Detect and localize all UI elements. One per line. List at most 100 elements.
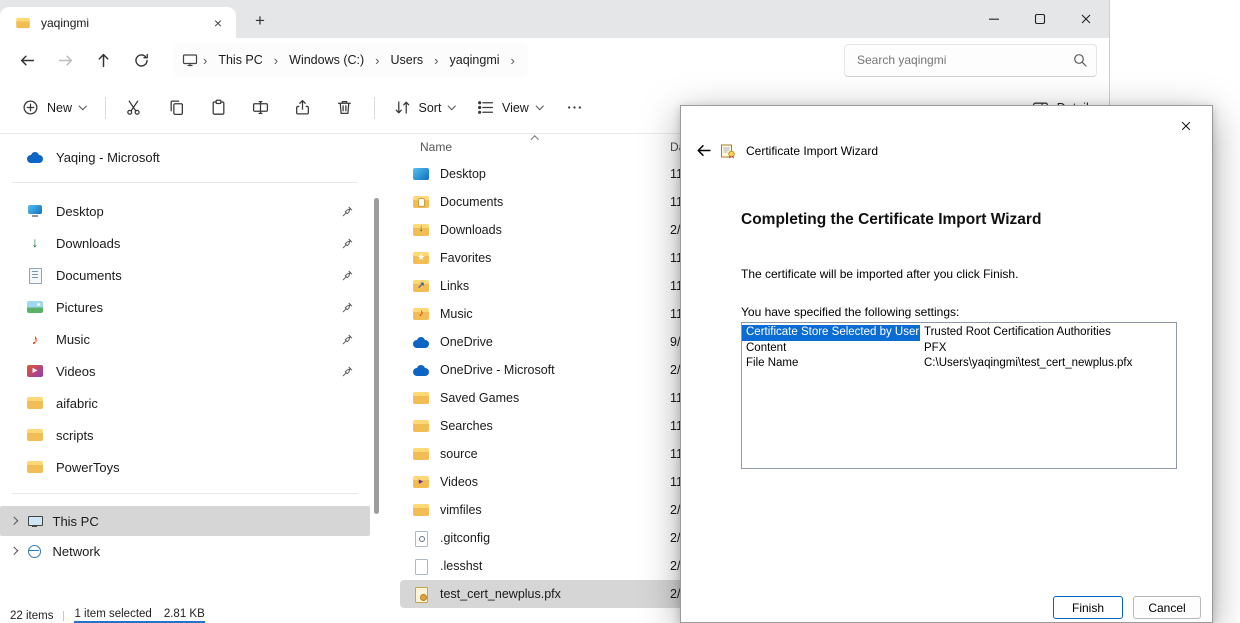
wizard-back-button[interactable] [695, 142, 712, 159]
file-name: Downloads [440, 223, 502, 237]
setting-row[interactable]: Content PFX [742, 341, 1176, 357]
view-icon [477, 99, 494, 116]
back-button[interactable] [12, 45, 42, 75]
settings-list[interactable]: Certificate Store Selected by User Trust… [741, 322, 1177, 469]
maximize-button[interactable] [1017, 0, 1063, 37]
sidebar-item-label: Videos [56, 364, 96, 379]
trash-icon [336, 99, 353, 116]
setting-row[interactable]: File Name C:\Users\yaqingmi\test_cert_ne… [742, 356, 1176, 372]
dialog-header: Certificate Import Wizard [695, 142, 878, 159]
finish-button[interactable]: Finish [1053, 596, 1123, 619]
tab-close-icon[interactable]: × [208, 15, 228, 31]
folder-saved-games-icon [412, 390, 430, 406]
chevron-right-icon[interactable] [10, 517, 18, 525]
selection-size: 2.81 KB [164, 608, 205, 620]
wizard-description: The certificate will be imported after y… [741, 267, 1018, 281]
folder-videos-icon [412, 474, 430, 490]
setting-key: Content [742, 341, 920, 357]
sidebar-tree-item[interactable]: Network [0, 536, 370, 566]
navigation-bar: › This PC › Windows (C:) › Users [0, 38, 1109, 82]
delete-button[interactable] [325, 90, 365, 126]
forward-button[interactable] [50, 45, 80, 75]
copy-button[interactable] [157, 90, 197, 126]
breadcrumb-item[interactable]: This PC [212, 49, 268, 71]
sidebar-divider [12, 182, 358, 183]
sidebar-folder-item[interactable]: PowerToys [0, 451, 370, 483]
new-tab-button[interactable]: + [246, 7, 274, 35]
sidebar-tree-item[interactable]: This PC [0, 506, 370, 536]
dialog-close-button[interactable] [1165, 111, 1207, 141]
toolbar-divider [374, 97, 375, 119]
up-button[interactable] [88, 45, 118, 75]
view-button[interactable]: View [467, 90, 552, 126]
navigation-pane: Yaqing - Microsoft Desktop Do [0, 134, 370, 608]
status-divider [63, 611, 64, 621]
minimize-button[interactable] [971, 0, 1017, 37]
copy-icon [168, 99, 185, 116]
share-button[interactable] [283, 90, 323, 126]
folder-icon [412, 446, 430, 462]
wizard-heading: Completing the Certificate Import Wizard [741, 211, 1041, 229]
view-button-label: View [502, 101, 529, 115]
selection-count: 1 item selected [74, 608, 151, 620]
folder-icon [26, 395, 44, 411]
share-icon [294, 99, 311, 116]
sidebar-pinned-item[interactable]: Pictures [0, 291, 370, 323]
sidebar-scrollbar[interactable] [374, 198, 379, 514]
sidebar-pinned-item[interactable]: Downloads [0, 227, 370, 259]
breadcrumb-item[interactable]: Users [385, 49, 430, 71]
search-input[interactable] [844, 44, 1097, 77]
sidebar-folder-item[interactable]: scripts [0, 419, 370, 451]
new-button[interactable]: New [12, 90, 96, 126]
file-date: 2/ [670, 559, 680, 573]
breadcrumb-item[interactable]: yaqingmi [444, 49, 506, 71]
paste-button[interactable] [199, 90, 239, 126]
setting-row[interactable]: Certificate Store Selected by User Trust… [742, 325, 1176, 341]
file-date: 2/ [670, 363, 680, 377]
sidebar-pinned-item[interactable]: Desktop [0, 195, 370, 227]
sidebar-pinned-item[interactable]: Documents [0, 259, 370, 291]
plus-circle-icon [22, 99, 39, 116]
pin-icon [341, 237, 354, 250]
folder-searches-icon [412, 418, 430, 434]
certificate-icon [412, 586, 430, 602]
more-options-button[interactable] [554, 90, 594, 126]
chevron-right-icon[interactable] [10, 547, 18, 555]
documents-icon [26, 267, 44, 283]
sort-button[interactable]: Sort [384, 90, 465, 126]
cloud-icon [412, 362, 430, 378]
file-name: Searches [440, 419, 493, 433]
chevron-down-icon [79, 102, 87, 110]
file-date: 9/ [670, 335, 680, 349]
rename-button[interactable] [241, 90, 281, 126]
videos-icon [26, 363, 44, 379]
sort-ascending-icon [531, 136, 539, 144]
breadcrumb-separator: › [269, 53, 283, 68]
breadcrumb-item[interactable]: Windows (C:) [283, 49, 370, 71]
sidebar-pinned-item[interactable]: Videos [0, 355, 370, 387]
sort-icon [394, 99, 411, 116]
explorer-tab[interactable]: yaqingmi × [0, 7, 236, 38]
setting-value: C:\Users\yaqingmi\test_cert_newplus.pfx [920, 356, 1136, 372]
sidebar-pinned-item[interactable]: Music [0, 323, 370, 355]
clipboard-icon [210, 99, 227, 116]
breadcrumb: › This PC › Windows (C:) › Users [174, 43, 528, 77]
refresh-button[interactable] [126, 45, 156, 75]
sidebar-item-label: Documents [56, 268, 122, 283]
dialog-title: Certificate Import Wizard [746, 144, 878, 158]
breadcrumb-separator: › [370, 53, 384, 68]
folder-downloads-icon [412, 222, 430, 238]
sidebar-folder-item[interactable]: aifabric [0, 387, 370, 419]
this-pc-icon [182, 52, 198, 68]
this-pc-icon [26, 513, 44, 529]
settings-caption: You have specified the following setting… [741, 305, 959, 319]
file-name: OneDrive [440, 335, 493, 349]
cut-button[interactable] [115, 90, 155, 126]
onedrive-account-item[interactable]: Yaqing - Microsoft [0, 142, 370, 172]
sidebar-item-label: Desktop [56, 204, 104, 219]
name-column-header[interactable]: Name [420, 140, 452, 154]
setting-value: Trusted Root Certification Authorities [920, 325, 1115, 341]
file-name: vimfiles [440, 503, 482, 517]
cancel-button[interactable]: Cancel [1133, 596, 1201, 619]
close-button[interactable] [1063, 0, 1109, 37]
